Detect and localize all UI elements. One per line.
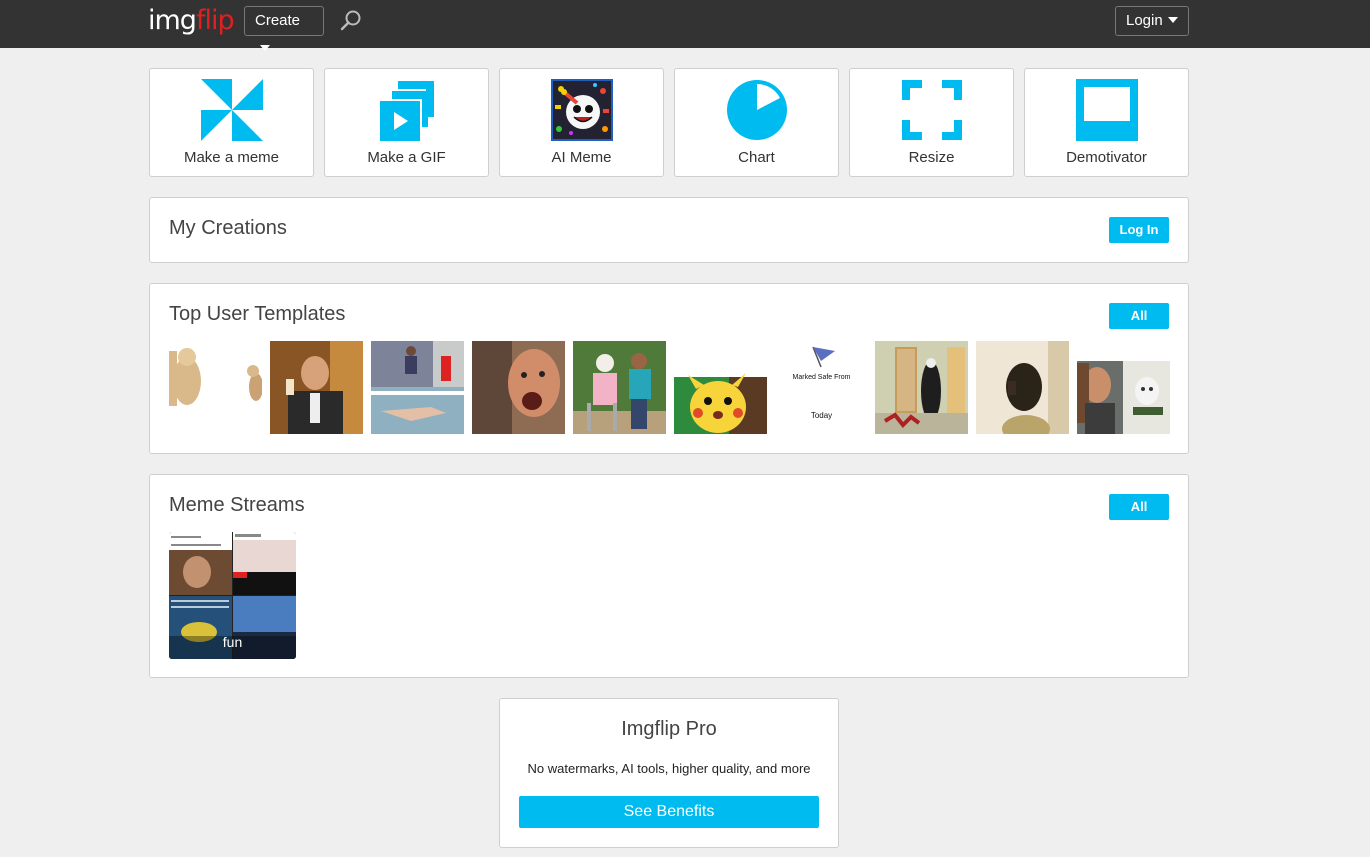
tool-demotivator[interactable]: Demotivator (1024, 68, 1189, 177)
login-label: Login (1126, 12, 1163, 29)
marked-safe-bottom-text: Today (810, 411, 833, 420)
top-templates-title: Top User Templates (169, 303, 346, 325)
tool-label: Make a GIF (367, 149, 446, 166)
streams-all-button[interactable]: All (1109, 494, 1169, 520)
resize-icon (901, 80, 962, 140)
woman-yelling-cat-image (1077, 341, 1170, 434)
chevron-down-icon (1167, 17, 1178, 23)
thinking-woman-image (976, 341, 1069, 434)
tool-make-gif[interactable]: Make a GIF (324, 68, 489, 177)
surprised-pikachu-image (674, 341, 767, 434)
top-navbar: imgflip Create Login (0, 0, 1370, 51)
logo-flip: flip (195, 5, 235, 36)
top-templates-panel: Top User Templates All Marked Safe From … (149, 283, 1189, 454)
stream-label: fun (222, 634, 243, 650)
imgflip-pro-box: Imgflip Pro No watermarks, AI tools, hig… (499, 698, 839, 848)
imgflip-logo[interactable]: imgflip (148, 4, 235, 38)
demotivator-frame-icon (1075, 79, 1138, 141)
grandma-walker-image (573, 341, 666, 434)
tool-ai-meme[interactable]: AI Meme (499, 68, 664, 177)
marked-safe-top-text: Marked Safe From (792, 374, 851, 381)
login-dropdown-button[interactable]: Login (1115, 6, 1189, 36)
leo-toast-image (270, 341, 363, 434)
template-thumbnail[interactable] (573, 341, 666, 434)
my-creations-title: My Creations (169, 217, 287, 239)
template-thumbnail[interactable] (371, 341, 464, 434)
template-thumbnail[interactable] (875, 341, 968, 434)
stream-card-fun[interactable]: fun (169, 532, 296, 659)
pie-chart-icon (726, 80, 787, 140)
ai-meme-icon (550, 79, 613, 141)
tool-resize[interactable]: Resize (849, 68, 1014, 177)
running-man-image (371, 341, 464, 434)
meme-streams-panel: Meme Streams All fun (149, 474, 1189, 678)
pinwheel-icon (200, 79, 263, 141)
tool-label: Chart (738, 149, 775, 166)
create-label: Create (255, 12, 301, 29)
template-thumbnail[interactable]: Marked Safe From Today (775, 341, 868, 434)
tool-label: Make a meme (183, 149, 280, 166)
template-thumbnail[interactable] (976, 341, 1069, 434)
pro-subtitle: No watermarks, AI tools, higher quality,… (527, 761, 811, 776)
see-benefits-button[interactable]: See Benefits (519, 796, 819, 828)
log-in-button[interactable]: Log In (1109, 217, 1169, 243)
grim-reaper-image (875, 341, 968, 434)
tool-chart[interactable]: Chart (674, 68, 839, 177)
tool-make-meme[interactable]: Make a meme (149, 68, 314, 177)
meme-streams-title: Meme Streams (169, 494, 305, 516)
pro-title: Imgflip Pro (621, 718, 717, 740)
template-thumbnail[interactable] (472, 341, 565, 434)
logo-img: img (148, 5, 197, 36)
create-dropdown-button[interactable]: Create (244, 6, 324, 51)
screaming-man-image (472, 341, 565, 434)
template-thumbnail[interactable] (169, 341, 262, 434)
tool-label: Demotivator (1066, 149, 1147, 166)
buff-doge-image (169, 348, 262, 406)
tool-label: AI Meme (551, 149, 612, 166)
gif-stack-icon (379, 81, 434, 141)
my-creations-panel: My Creations Log In (149, 197, 1189, 263)
tool-label: Resize (908, 149, 955, 166)
template-thumbnail[interactable] (270, 341, 363, 434)
templates-all-button[interactable]: All (1109, 303, 1169, 329)
search-icon[interactable] (338, 8, 364, 34)
template-thumbnail[interactable] (674, 341, 767, 434)
template-thumbnail[interactable] (1077, 341, 1170, 434)
chevron-down-icon (260, 45, 270, 51)
